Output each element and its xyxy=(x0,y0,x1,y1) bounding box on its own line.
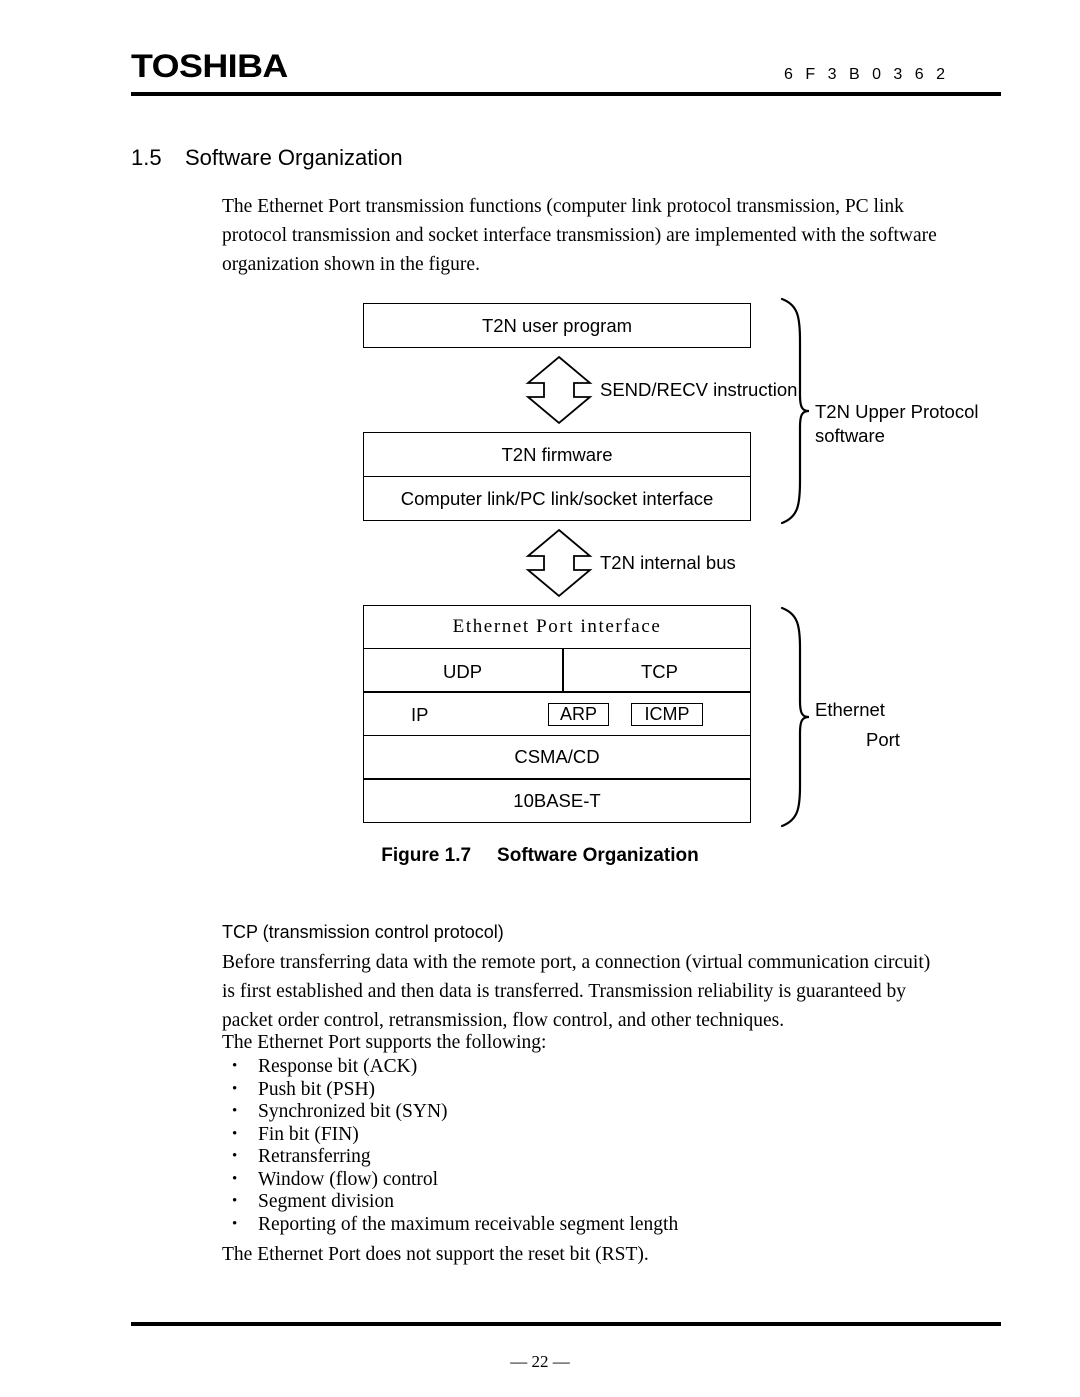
supported-features-list: • Response bit (ACK) • Push bit (PSH) • Synch… xyxy=(222,1056,942,1236)
list-item-label: Push bit (PSH) xyxy=(258,1078,376,1100)
section-number: 1.5 xyxy=(131,145,162,170)
document-page: TOSHIBA 6 F 3 B 0 3 6 2 1.5 Software Org… xyxy=(0,0,1080,1397)
bullet-marker-icon: • xyxy=(232,1215,238,1232)
bullet-marker-icon: • xyxy=(232,1103,238,1119)
figure-caption-title: Software Organization xyxy=(497,845,699,866)
list-item: • Synchronized bit (SYN) xyxy=(222,1101,942,1124)
list-item-label: Window (flow) control xyxy=(258,1168,439,1190)
figure-caption-label: Figure 1.7 xyxy=(381,845,472,866)
label-tcp: TCP xyxy=(641,661,678,682)
list-item: • Push bit (PSH) xyxy=(222,1079,942,1102)
header-rule xyxy=(131,92,1001,96)
list-item-label: Response bit (ACK) xyxy=(258,1056,418,1077)
footer-rule xyxy=(131,1322,1001,1326)
box-interface-layer: Computer link/PC link/socket interface xyxy=(363,476,751,522)
label-ethernet-port-line2: Port xyxy=(866,729,900,750)
bullet-marker-icon: • xyxy=(232,1125,238,1142)
box-ip-row xyxy=(363,691,751,736)
box-t2n-user-program: T2N user program xyxy=(363,303,751,348)
list-item: • Segment division xyxy=(222,1191,942,1214)
figure-caption: Figure 1.7 Software Organization xyxy=(0,845,1080,867)
toshiba-logo: TOSHIBA xyxy=(131,48,288,84)
list-item: • Fin bit (FIN) xyxy=(222,1124,942,1147)
tcp-paragraph: Before transferring data with the remote… xyxy=(222,952,931,1031)
bullet-marker-icon: • xyxy=(232,1193,238,1209)
bullet-marker-icon: • xyxy=(232,1148,238,1164)
list-item-label: Reporting of the maximum receivable segm… xyxy=(258,1213,679,1235)
list-item: • Retransferring xyxy=(222,1146,942,1169)
label-t2n-internal-bus: T2N internal bus xyxy=(600,552,736,573)
label-udp: UDP xyxy=(443,661,483,682)
box-transport-row xyxy=(363,648,751,693)
page-number: — 22 — xyxy=(510,1352,570,1371)
list-item-label: Segment division xyxy=(258,1191,394,1212)
box-t2n-firmware: T2N firmware xyxy=(363,432,751,477)
bullet-marker-icon: • xyxy=(232,1170,238,1187)
document-code: 6 F 3 B 0 3 6 2 xyxy=(784,66,949,83)
label-ethernet-port-line1: Ethernet xyxy=(815,699,885,720)
label-ip: IP xyxy=(411,704,429,725)
tcp-heading: TCP (transmission control protocol) xyxy=(222,922,504,942)
page-title: Software Organization xyxy=(185,145,403,170)
list-item-label: Fin bit (FIN) xyxy=(258,1123,359,1145)
label-send-recv-instruction: SEND/RECV instruction xyxy=(600,379,798,400)
box-arp: ARP xyxy=(548,703,609,726)
brace-ethernet-port-icon xyxy=(780,606,810,828)
list-item: • Reporting of the maximum receivable seg… xyxy=(222,1214,942,1237)
brace-upper-protocol-icon xyxy=(780,297,810,525)
list-item: • Window (flow) control xyxy=(222,1169,942,1192)
internal-bus-double-arrow-icon xyxy=(525,528,593,598)
box-ethernet-port-interface: Ethernet Port interface xyxy=(363,605,751,649)
label-upper-protocol-line1: T2N Upper Protocol xyxy=(815,401,979,422)
udp-tcp-divider xyxy=(562,648,564,693)
list-item: • Response bit (ACK) xyxy=(222,1056,942,1079)
label-t2n-upper-protocol: T2N Upper Protocol software xyxy=(815,400,978,448)
intro-paragraph: The Ethernet Port transmission functions… xyxy=(222,196,937,275)
send-recv-double-arrow-icon xyxy=(525,355,593,425)
label-upper-protocol-line2: software xyxy=(815,425,885,446)
box-icmp: ICMP xyxy=(631,703,703,726)
box-csma-cd: CSMA/CD xyxy=(363,735,751,780)
supports-intro: The Ethernet Port supports the following… xyxy=(222,1032,547,1053)
list-item-label: Synchronized bit (SYN) xyxy=(258,1101,448,1122)
closing-paragraph: The Ethernet Port does not support the r… xyxy=(222,1244,649,1265)
list-item-label: Retransferring xyxy=(258,1146,371,1167)
bullet-marker-icon: • xyxy=(232,1080,238,1097)
box-10base-t: 10BASE-T xyxy=(363,778,751,823)
bullet-marker-icon: • xyxy=(232,1058,238,1074)
